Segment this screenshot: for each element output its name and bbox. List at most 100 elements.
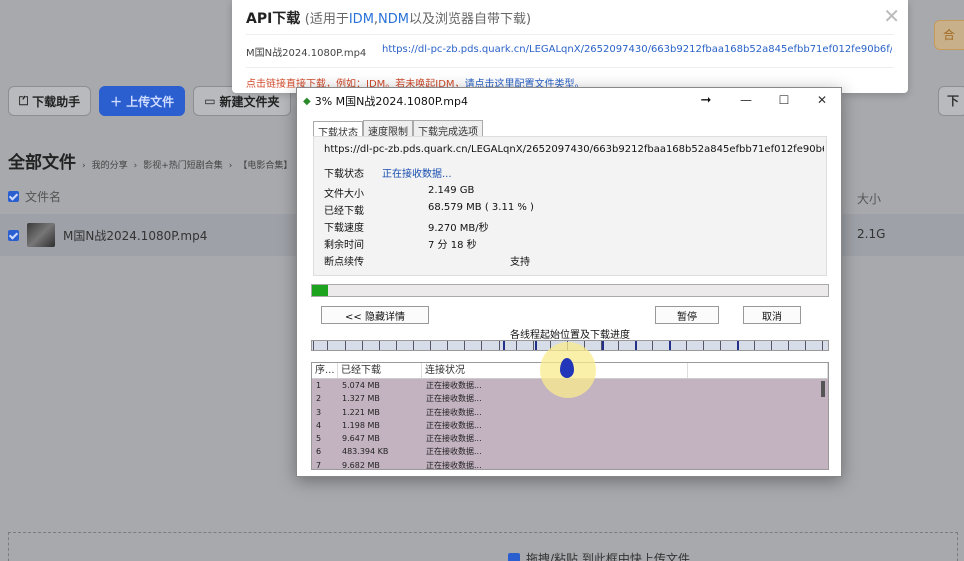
folder-icon: ▭ xyxy=(204,94,216,108)
column-header-name[interactable]: 文件名 xyxy=(25,188,61,205)
connection-no: 1 xyxy=(316,381,322,390)
arrow-right-icon[interactable]: ➞ xyxy=(691,88,721,112)
upload-label: 上传文件 xyxy=(126,94,175,109)
segment-tick xyxy=(379,341,380,350)
segment-progress-tick xyxy=(669,341,671,350)
divider xyxy=(246,34,894,35)
row-checkbox[interactable] xyxy=(8,229,19,241)
dialog-title: 3% M国N战2024.1080P.mp4 xyxy=(314,95,468,108)
status-label: 下载状态 xyxy=(324,169,364,180)
breadcrumb-item[interactable]: 影视+热门短剧合集 xyxy=(143,158,223,171)
connection-row[interactable]: 5 9.647 MB 正在接收数据... xyxy=(312,432,828,445)
scrollbar-thumb[interactable] xyxy=(821,381,825,397)
connection-no: 5 xyxy=(316,434,322,444)
api-file-name: M国N战2024.1080P.mp4 xyxy=(246,48,367,59)
connection-row[interactable]: 3 1.221 MB 正在接收数据... xyxy=(312,406,828,419)
connection-downloaded: 1.198 MB xyxy=(342,420,380,430)
column-header-downloaded[interactable]: 已经下载 xyxy=(338,363,422,378)
new-folder-label: 新建文件夹 xyxy=(219,94,280,109)
segment-tick xyxy=(618,341,619,350)
connection-downloaded: 5.074 MB xyxy=(342,381,380,390)
field-value: 9.270 MB/秒 xyxy=(428,223,489,234)
connection-status: 正在接收数据... xyxy=(426,434,482,444)
pause-button[interactable]: 暂停 xyxy=(655,306,719,324)
segment-tick xyxy=(327,341,328,350)
breadcrumb-sep-icon: › xyxy=(82,161,86,171)
breadcrumb-sep-icon: › xyxy=(228,161,233,171)
speed-row: 下载速度 9.270 MB/秒 xyxy=(324,219,489,234)
api-download-panel: API下载 (适用于IDM,NDM以及浏览器自带下载) ✕ M国N战2024.1… xyxy=(232,0,908,93)
plus-icon: ＋ xyxy=(110,94,123,109)
api-download-link[interactable]: https://dl-pc-zb.pds.quark.cn/LEGALqnX/2… xyxy=(382,44,892,55)
connection-no: 2 xyxy=(316,394,322,404)
select-all-checkbox[interactable] xyxy=(8,191,19,202)
upload-button[interactable]: ＋ 上传文件 xyxy=(99,86,186,116)
segment-tick xyxy=(430,341,431,350)
window-controls: ➞ — ☐ ✕ xyxy=(691,88,841,112)
segment-progress-tick xyxy=(535,341,537,350)
segment-tick xyxy=(396,341,397,350)
api-title-text: API下载 xyxy=(246,11,301,27)
connection-row[interactable]: 4 1.198 MB 正在接收数据... xyxy=(312,419,828,432)
hide-details-button[interactable]: << 隐藏详情 xyxy=(321,306,429,324)
breadcrumb: 全部文件 › 我的分享 › 影视+热门短剧合集 › 【电影合集】 xyxy=(8,148,292,173)
connection-downloaded: 483.394 KB xyxy=(342,447,389,457)
time-left-row: 剩余时间 7 分 18 秒 xyxy=(324,236,477,251)
segment-tick xyxy=(533,341,534,350)
connection-row[interactable]: 7 9.682 MB 正在接收数据... xyxy=(312,459,828,469)
downloaded-row: 已经下载 68.579 MB ( 3.11 % ) xyxy=(324,202,534,217)
breadcrumb-item[interactable]: 【电影合集】 xyxy=(238,158,292,171)
mouse-cursor xyxy=(560,358,574,378)
merge-button[interactable]: 合 xyxy=(934,20,964,50)
download-helper-button[interactable]: ⏍ 下载助手 xyxy=(8,86,92,116)
scrollbar[interactable] xyxy=(820,381,826,469)
cancel-button[interactable]: 取消 xyxy=(743,306,801,324)
breadcrumb-root[interactable]: 全部文件 xyxy=(8,148,76,173)
file-size: 2.1G xyxy=(857,227,886,241)
field-label: 下载速度 xyxy=(324,223,364,234)
field-label: 文件大小 xyxy=(324,189,364,200)
segments-label: 各线程起始位置及下载进度 xyxy=(510,330,630,341)
download-button[interactable]: 下 xyxy=(938,86,964,116)
idm-app-icon: ◆ xyxy=(303,95,311,107)
segment-progress-tick xyxy=(602,341,604,350)
column-header-size[interactable]: 大小 xyxy=(857,190,881,207)
segment-tick xyxy=(464,341,465,350)
segment-tick xyxy=(362,341,363,350)
segment-tick xyxy=(686,341,687,350)
segment-tick xyxy=(822,341,823,350)
video-thumbnail xyxy=(27,223,55,247)
resume-row: 断点续传 支持 xyxy=(324,253,530,268)
connection-status: 正在接收数据... xyxy=(426,447,482,457)
close-icon[interactable]: ✕ xyxy=(883,4,900,28)
segment-tick xyxy=(805,341,806,350)
minimize-icon[interactable]: — xyxy=(727,88,765,112)
file-name[interactable]: M国N战2024.1080P.mp4 xyxy=(63,227,207,244)
idm-download-dialog: ◆ 3% M国N战2024.1080P.mp4 ➞ — ☐ ✕ 下载状态 速度限… xyxy=(296,87,842,477)
progress-fill xyxy=(312,285,329,296)
upload-icon xyxy=(508,552,520,561)
segment-tick xyxy=(499,341,500,350)
connection-no: 6 xyxy=(316,447,322,457)
drop-zone[interactable] xyxy=(8,532,958,561)
field-label: 剩余时间 xyxy=(324,240,364,251)
connection-row[interactable]: 6 483.394 KB 正在接收数据... xyxy=(312,445,828,458)
connection-no: 3 xyxy=(316,407,322,417)
api-subtitle-suffix: 以及浏览器自带下载) xyxy=(409,12,532,27)
field-value: 68.579 MB ( 3.11 % ) xyxy=(428,202,534,213)
segment-progress-tick xyxy=(737,341,739,350)
drop-hint-text: 拖拽/粘贴 到此框中快上传文件 xyxy=(526,552,690,561)
connection-downloaded: 1.221 MB xyxy=(342,407,380,417)
maximize-icon[interactable]: ☐ xyxy=(765,88,803,112)
breadcrumb-item[interactable]: 我的分享 xyxy=(92,158,128,171)
file-size-row: 文件大小 2.149 GB xyxy=(324,185,474,200)
drop-hint: 拖拽/粘贴 到此框中快上传文件 xyxy=(508,550,690,561)
close-icon[interactable]: ✕ xyxy=(803,88,841,112)
column-header-blank xyxy=(688,363,828,378)
segment-progress-tick xyxy=(635,341,637,350)
column-header-index[interactable]: 序... xyxy=(312,363,338,378)
segment-tick xyxy=(703,341,704,350)
segment-tick xyxy=(447,341,448,350)
merge-button-label: 合 xyxy=(943,28,956,42)
connection-downloaded: 1.327 MB xyxy=(342,394,380,404)
